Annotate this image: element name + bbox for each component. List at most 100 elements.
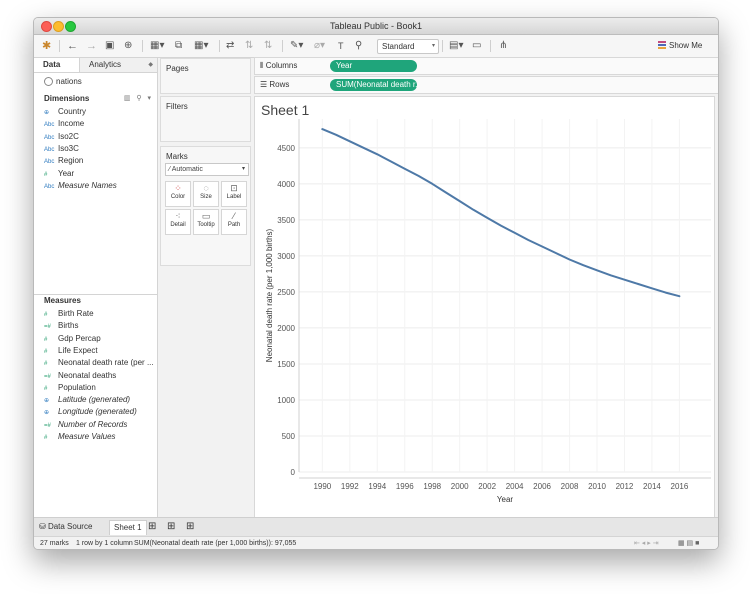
dimension-field[interactable]: Abc Iso3C xyxy=(44,143,79,155)
presentation-mode-icon[interactable]: ▭ xyxy=(472,39,481,53)
data-point xyxy=(500,225,502,227)
dimension-field[interactable]: Abc Iso2C xyxy=(44,131,79,143)
string-type-icon: Abc xyxy=(44,134,55,141)
data-point xyxy=(486,217,488,219)
number-type-icon: # xyxy=(44,312,48,318)
x-tick-label: 2012 xyxy=(616,482,634,491)
tab-data[interactable]: Data xyxy=(34,58,80,72)
columns-shelf[interactable]: ⦀ Columns Year xyxy=(254,57,718,75)
data-source-tab[interactable]: ⛁ Data Source xyxy=(39,520,92,534)
minimize-window-button[interactable] xyxy=(53,21,64,32)
new-dashboard-tab-icon[interactable]: ⊞ xyxy=(167,520,175,534)
mark-type-select[interactable]: ⁄ Automatic ▾ xyxy=(165,163,249,176)
swap-rows-columns-icon[interactable]: ⇄ xyxy=(226,39,234,53)
filters-card[interactable]: Filters xyxy=(160,96,251,142)
measure-field[interactable]: # Population xyxy=(44,382,96,394)
measure-field[interactable]: =# Number of Records xyxy=(44,419,127,431)
measure-field[interactable]: # Gdp Percap xyxy=(44,333,101,345)
new-story-tab-icon[interactable]: ⊞ xyxy=(186,520,194,534)
number-type-icon: =# xyxy=(44,324,51,331)
size-button[interactable]: ◌ Size xyxy=(193,181,219,207)
tab-analytics[interactable]: Analytics ◆ xyxy=(81,58,157,72)
tooltip-button[interactable]: ▭ Tooltip xyxy=(193,209,219,235)
new-data-source-icon[interactable]: ⊕ xyxy=(124,39,132,53)
measure-field[interactable]: =# Neonatal deaths xyxy=(44,370,116,382)
y-tick-label: 0 xyxy=(291,468,296,477)
pages-card[interactable]: Pages xyxy=(160,58,251,94)
maximize-window-button[interactable] xyxy=(65,21,76,32)
close-window-button[interactable] xyxy=(41,21,52,32)
line-chart[interactable]: 0 500 1000 1500 2000 2500 3000 3500 4000 4500 1990… xyxy=(255,97,714,517)
data-point xyxy=(541,246,543,248)
dimension-field-label: Region xyxy=(58,156,84,166)
x-tick-label: 1992 xyxy=(341,482,359,491)
number-type-icon: # xyxy=(44,348,48,355)
highlight-icon[interactable]: ✎▾ xyxy=(290,39,303,53)
dimension-field[interactable]: # Year xyxy=(44,168,74,180)
string-type-icon: Abc xyxy=(44,146,55,153)
show-labels-icon[interactable]: T xyxy=(338,39,344,53)
show-me-button[interactable]: Show Me xyxy=(658,39,702,53)
data-point xyxy=(569,259,571,261)
measure-field[interactable]: # Life Expect xyxy=(44,345,98,357)
undo-icon[interactable]: ← xyxy=(67,39,78,53)
sheet-navigation-icon[interactable]: ⇤ ◂ ▸ ⇥ xyxy=(634,537,659,549)
y-tick-label: 4000 xyxy=(277,180,295,189)
show-me-icon xyxy=(658,41,666,49)
group-members-icon[interactable]: ⌀▾ xyxy=(314,39,325,53)
measure-field[interactable]: ⊕ Latitude (generated) xyxy=(44,394,130,406)
measure-field[interactable]: # Birth Rate xyxy=(44,308,94,320)
columns-pill-year[interactable]: Year xyxy=(330,60,417,72)
dimension-field[interactable]: Abc Income xyxy=(44,118,84,130)
marks-card-title: Marks xyxy=(166,152,188,161)
database-icon: ⛁ xyxy=(39,522,48,531)
label-button[interactable]: ⊡ Label xyxy=(221,181,247,207)
globe-icon: ⊕ xyxy=(44,110,50,116)
data-pane-tabs: Data Analytics ◆ xyxy=(34,58,157,73)
path-button[interactable]: ⁄ Path xyxy=(221,209,247,235)
dimension-field[interactable]: ⊕ Country xyxy=(44,106,86,118)
sort-ascending-icon[interactable]: ⇅ xyxy=(245,39,253,53)
rows-pill-neonatal-death-rate[interactable]: SUM(Neonatal death r.. xyxy=(330,79,417,91)
clear-sheet-icon[interactable]: ▦▾ xyxy=(194,39,208,53)
measure-field-label: Longitude (generated) xyxy=(58,407,137,417)
data-point xyxy=(596,269,598,271)
redo-icon[interactable]: → xyxy=(86,39,97,53)
tab-menu-icon[interactable]: ◆ xyxy=(148,58,153,72)
x-tick-label: 2006 xyxy=(533,482,551,491)
data-point xyxy=(404,168,406,170)
rows-shelf[interactable]: ☰ Rows SUM(Neonatal death r.. xyxy=(254,76,718,94)
color-button[interactable]: ⁘ Color xyxy=(165,181,191,207)
sheet-tabs-bar: ⛁ Data Source Sheet 1 ⊞ ⊞ ⊞ xyxy=(34,517,718,536)
x-tick-label: 2014 xyxy=(643,482,661,491)
pane-divider[interactable] xyxy=(34,294,157,295)
measure-field-label: Gdp Percap xyxy=(58,333,101,343)
measure-field-label: Number of Records xyxy=(58,419,128,429)
tableau-logo-icon[interactable]: ✱ xyxy=(42,39,51,53)
view-mode-icon[interactable]: ▦ ▤ ■ xyxy=(678,537,699,549)
show-cards-icon[interactable]: ▤▾ xyxy=(449,39,463,53)
measure-field[interactable]: ⊕ Longitude (generated) xyxy=(44,406,137,418)
measure-field[interactable]: # Neonatal death rate (per ... xyxy=(44,357,154,369)
datasource-item[interactable]: nations xyxy=(44,76,82,88)
y-tick-label: 1500 xyxy=(277,360,295,369)
save-icon[interactable]: ▣ xyxy=(105,39,114,53)
new-worksheet-tab-icon[interactable]: ⊞ xyxy=(148,520,156,534)
globe-icon: ⊕ xyxy=(44,410,50,417)
new-worksheet-icon[interactable]: ▦▾ xyxy=(150,39,164,53)
rows-shelf-label: Rows xyxy=(269,80,290,89)
fix-axes-icon[interactable]: ⚲ xyxy=(355,39,362,53)
series-line xyxy=(321,128,681,298)
tooltip-icon: ▭ xyxy=(201,211,211,221)
sort-descending-icon[interactable]: ⇅ xyxy=(264,39,272,53)
share-icon[interactable]: ⋔ xyxy=(499,39,507,53)
sheet-1-tab[interactable]: Sheet 1 xyxy=(109,520,147,535)
duplicate-sheet-icon[interactable]: ⧉ xyxy=(175,39,182,53)
measure-field[interactable]: # Measure Values xyxy=(44,431,116,443)
detail-button[interactable]: ⁖ Detail xyxy=(165,209,191,235)
dimension-field[interactable]: Abc Region xyxy=(44,155,83,167)
dimensions-tools[interactable]: ▥ ⚲ ▾ xyxy=(124,94,153,102)
view-size-select[interactable]: Standard ▾ xyxy=(377,39,439,54)
dimension-field[interactable]: Abc Measure Names xyxy=(44,180,117,192)
measure-field[interactable]: =# Births xyxy=(44,320,78,332)
